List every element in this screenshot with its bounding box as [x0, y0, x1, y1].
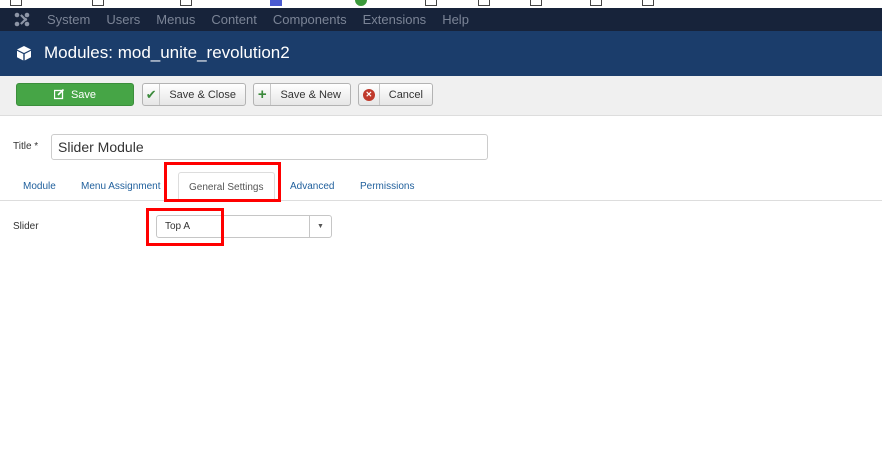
bookmark-icon[interactable]: [478, 0, 490, 6]
highlight-box-slider-value: [146, 208, 224, 246]
nav-item-users[interactable]: Users: [106, 12, 140, 27]
page-title: Modules: mod_unite_revolution2: [44, 43, 290, 62]
cancel-button[interactable]: ✕ Cancel: [358, 83, 433, 106]
nav-item-components[interactable]: Components: [273, 12, 347, 27]
bookmark-icon[interactable]: [590, 0, 602, 6]
edit-icon: [53, 84, 65, 105]
cube-icon: [17, 46, 31, 61]
nav-item-extensions[interactable]: Extensions: [363, 12, 427, 27]
caret-down-icon[interactable]: ▼: [309, 216, 331, 237]
title-label: Title *: [13, 141, 39, 152]
nav-item-help[interactable]: Help: [442, 12, 469, 27]
bookmark-icon[interactable]: [425, 0, 437, 6]
slider-label: Slider: [13, 221, 39, 232]
tab-menu-assignment[interactable]: Menu Assignment: [71, 172, 171, 201]
nav-item-menus[interactable]: Menus: [156, 12, 195, 27]
bookmark-icon[interactable]: [270, 0, 282, 6]
bookmark-icon[interactable]: [180, 0, 192, 6]
tab-permissions[interactable]: Permissions: [350, 172, 424, 201]
save-close-label: Save & Close: [169, 88, 236, 101]
title-input[interactable]: Slider Module: [51, 134, 488, 160]
cancel-icon: ✕: [359, 84, 380, 105]
nav-item-content[interactable]: Content: [211, 12, 257, 27]
bookmark-icon[interactable]: [355, 0, 367, 6]
save-button[interactable]: Save: [16, 83, 134, 106]
bookmarks-bar: [0, 0, 882, 8]
cancel-label: Cancel: [388, 88, 423, 101]
nav-item-system[interactable]: System: [47, 12, 90, 27]
tab-advanced[interactable]: Advanced: [280, 172, 344, 201]
save-new-label: Save & New: [280, 88, 341, 101]
bookmark-icon[interactable]: [10, 0, 22, 6]
joomla-logo-icon[interactable]: [13, 11, 31, 28]
page-header: Modules: mod_unite_revolution2: [0, 31, 882, 76]
bookmark-icon[interactable]: [530, 0, 542, 6]
save-close-button[interactable]: ✔ Save & Close: [142, 83, 246, 106]
tab-bar: Module Menu Assignment General Settings …: [0, 172, 882, 202]
highlight-box-general-settings: [164, 162, 281, 202]
admin-navbar: System Users Menus Content Components Ex…: [0, 8, 882, 31]
toolbar: Save ✔ Save & Close + Save & New ✕ Cance…: [0, 76, 882, 116]
plus-icon: +: [254, 84, 272, 105]
bookmark-icon[interactable]: [642, 0, 654, 6]
bookmark-icon[interactable]: [92, 0, 104, 6]
check-icon: ✔: [143, 84, 161, 105]
tab-module[interactable]: Module: [13, 172, 66, 201]
save-new-button[interactable]: + Save & New: [253, 83, 351, 106]
navbar-menu: System Users Menus Content Components Ex…: [47, 12, 485, 27]
save-label: Save: [70, 88, 97, 101]
